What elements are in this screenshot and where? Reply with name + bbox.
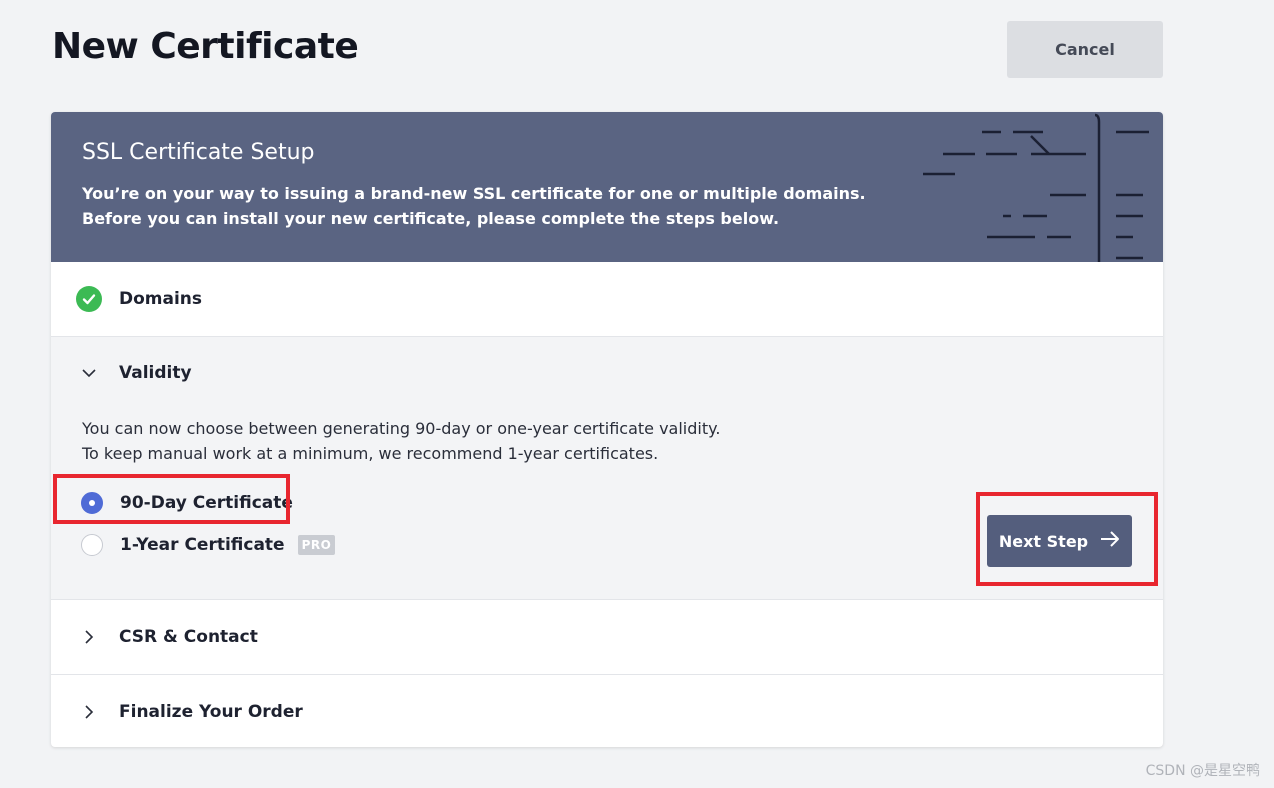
step-domains-label: Domains bbox=[119, 289, 203, 309]
option-90-day[interactable]: 90-Day Certificate bbox=[81, 492, 293, 514]
radio-90-day[interactable] bbox=[81, 492, 103, 514]
terminal-lines-illustration bbox=[923, 113, 1149, 262]
chevron-right-icon bbox=[76, 624, 102, 650]
step-finalize-label: Finalize Your Order bbox=[119, 702, 303, 722]
step-validity-header[interactable]: Validity bbox=[51, 337, 1163, 409]
chevron-right-icon bbox=[76, 699, 102, 725]
option-90-day-label: 90-Day Certificate bbox=[120, 493, 293, 513]
card-description: You’re on your way to issuing a brand-ne… bbox=[82, 181, 866, 231]
check-circle-icon bbox=[76, 286, 102, 312]
card-description-line-1: You’re on your way to issuing a brand-ne… bbox=[82, 184, 866, 203]
radio-1-year[interactable] bbox=[81, 534, 103, 556]
step-csr-contact[interactable]: CSR & Contact bbox=[51, 600, 1163, 675]
step-domains[interactable]: Domains bbox=[51, 262, 1163, 337]
certificate-setup-card: SSL Certificate Setup You’re on your way… bbox=[51, 112, 1163, 747]
option-1-year[interactable]: 1-Year Certificate PRO bbox=[81, 534, 336, 556]
next-step-button[interactable]: Next Step bbox=[987, 515, 1132, 567]
card-description-line-2: Before you can install your new certific… bbox=[82, 209, 780, 228]
card-header: SSL Certificate Setup You’re on your way… bbox=[51, 112, 1163, 262]
watermark: CSDN @是星空鸭 bbox=[1145, 763, 1260, 779]
validity-description: You can now choose between generating 90… bbox=[82, 416, 720, 466]
option-1-year-label: 1-Year Certificate bbox=[120, 535, 285, 555]
validity-description-line-2: To keep manual work at a minimum, we rec… bbox=[82, 444, 659, 463]
step-finalize-order[interactable]: Finalize Your Order bbox=[51, 675, 1163, 747]
pro-badge: PRO bbox=[297, 535, 336, 555]
page-title: New Certificate bbox=[52, 26, 359, 67]
step-csr-label: CSR & Contact bbox=[119, 627, 258, 647]
validity-description-line-1: You can now choose between generating 90… bbox=[82, 419, 721, 438]
chevron-down-icon bbox=[76, 360, 102, 386]
card-title: SSL Certificate Setup bbox=[82, 140, 315, 165]
next-step-label: Next Step bbox=[998, 531, 1089, 551]
arrow-right-icon bbox=[1100, 531, 1120, 551]
step-validity-label: Validity bbox=[119, 363, 192, 383]
cancel-button[interactable]: Cancel bbox=[1007, 21, 1163, 78]
